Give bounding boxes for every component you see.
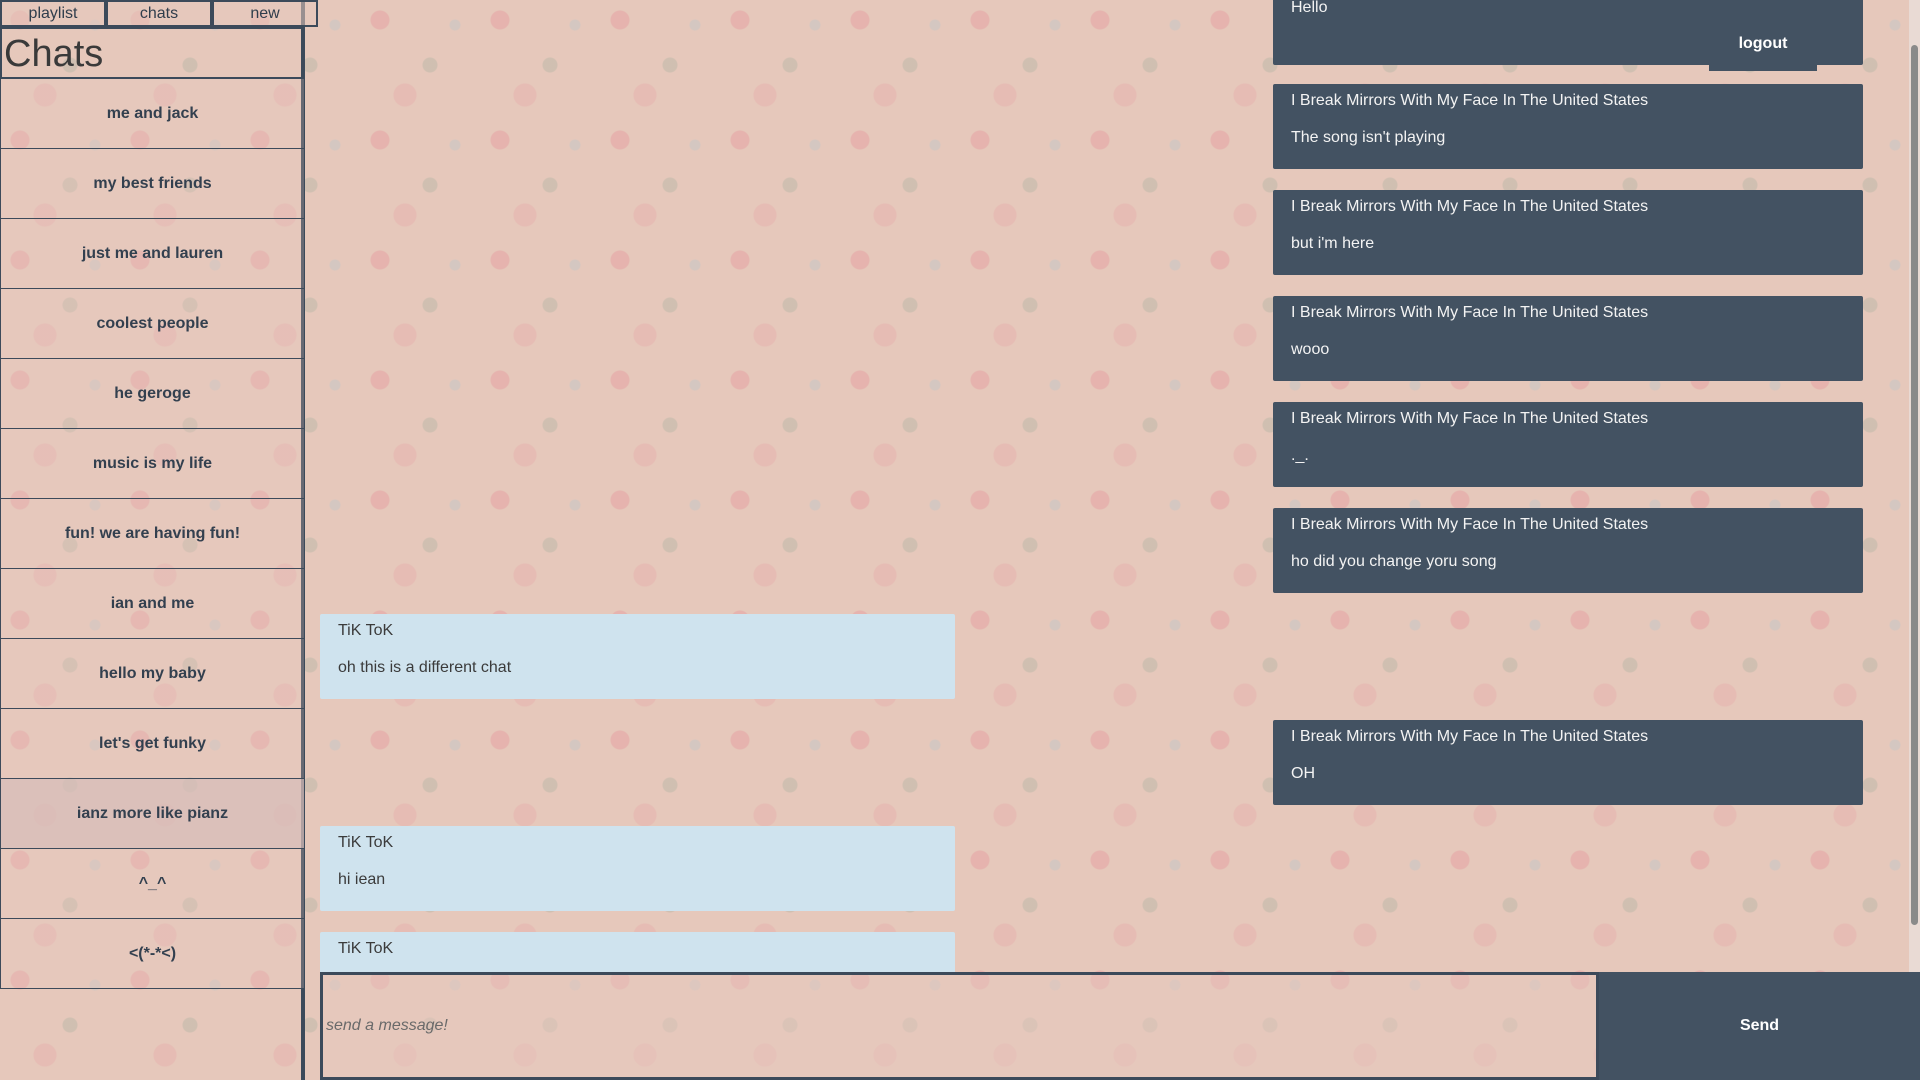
top-nav: playlist chats new (0, 0, 318, 27)
message-scrollbar[interactable] (1909, 0, 1920, 972)
message-bubble: I Break Mirrors With My Face In The Unit… (1273, 84, 1863, 169)
chat-list-item[interactable]: ian and me (0, 569, 305, 639)
logout-button[interactable]: logout (1709, 17, 1817, 71)
message-sender: I Break Mirrors With My Face In The Unit… (1291, 304, 1649, 321)
message-text: ho did you change yoru song (1291, 553, 1497, 570)
chat-list-item[interactable]: hello my baby (0, 639, 305, 709)
sidebar-empty-area (0, 989, 305, 1080)
chat-list-item[interactable]: he geroge (0, 359, 305, 429)
nav-new-button[interactable]: new (212, 0, 318, 27)
message-input[interactable] (320, 972, 1599, 1080)
chat-list-item[interactable]: ianz more like pianz (0, 779, 305, 849)
nav-chats-button[interactable]: chats (106, 0, 212, 27)
chat-list-item[interactable]: coolest people (0, 289, 305, 359)
scrollbar-thumb[interactable] (1911, 45, 1918, 925)
message-sender: TiK ToK (338, 940, 394, 957)
message-text: but i'm here (1291, 235, 1375, 252)
chat-list-item[interactable]: ^_^ (0, 849, 305, 919)
message-bubble: TiK ToK hi iean (320, 826, 955, 911)
message-text: Hello (1291, 0, 1328, 16)
chat-list-item[interactable]: my best friends (0, 149, 305, 219)
message-bubble: I Break Mirrors With My Face In The Unit… (1273, 720, 1863, 805)
sidebar: playlist chats new Chats me and jack my b… (0, 0, 318, 1080)
message-bubble: I Break Mirrors With My Face In The Unit… (1273, 508, 1863, 593)
chats-title: Chats (0, 27, 304, 79)
chat-list-item[interactable]: fun! we are having fun! (0, 499, 305, 569)
message-sender: I Break Mirrors With My Face In The Unit… (1291, 516, 1649, 533)
message-bubble: TiK ToK (320, 932, 955, 972)
message-text: The song isn't playing (1291, 129, 1446, 146)
message-text: ._. (1291, 447, 1309, 464)
message-bubble: TiK ToK oh this is a different chat (320, 614, 955, 699)
message-text: hi iean (338, 871, 386, 888)
chat-list-item[interactable]: just me and lauren (0, 219, 305, 289)
message-list[interactable]: Hello I Break Mirrors With My Face In The… (320, 0, 1909, 972)
chat-list: me and jack my best friends just me and la… (0, 79, 305, 989)
message-text: wooo (1291, 341, 1330, 358)
message-sender: I Break Mirrors With My Face In The Unit… (1291, 198, 1649, 215)
message-bubble: I Break Mirrors With My Face In The Unit… (1273, 190, 1863, 275)
message-sender: TiK ToK (338, 622, 394, 639)
message-sender: TiK ToK (338, 834, 394, 851)
message-sender: I Break Mirrors With My Face In The Unit… (1291, 410, 1649, 427)
message-sender: I Break Mirrors With My Face In The Unit… (1291, 92, 1649, 109)
chat-list-item[interactable]: <(*-*<) (0, 919, 305, 989)
send-button[interactable]: Send (1599, 972, 1920, 1080)
message-text: OH (1291, 765, 1315, 782)
nav-playlist-button[interactable]: playlist (0, 0, 106, 27)
chat-list-item[interactable]: me and jack (0, 79, 305, 149)
chat-list-item[interactable]: music is my life (0, 429, 305, 499)
message-bubble: I Break Mirrors With My Face In The Unit… (1273, 296, 1863, 381)
compose-bar: Send (320, 972, 1920, 1080)
chat-list-item[interactable]: let's get funky (0, 709, 305, 779)
message-text: oh this is a different chat (338, 659, 512, 676)
message-sender: I Break Mirrors With My Face In The Unit… (1291, 728, 1649, 745)
message-bubble: I Break Mirrors With My Face In The Unit… (1273, 402, 1863, 487)
